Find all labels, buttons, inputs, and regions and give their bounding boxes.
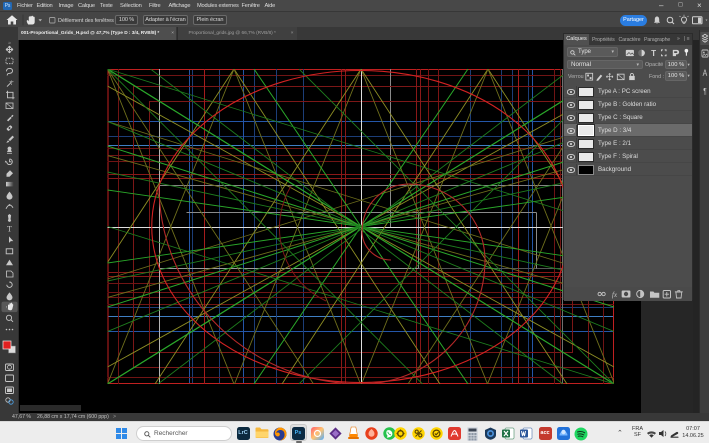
svg-text:»: » <box>8 41 11 47</box>
svg-text:T: T <box>651 48 656 57</box>
svg-text:fx: fx <box>612 290 618 299</box>
svg-text:¶: ¶ <box>703 86 707 96</box>
svg-text:A: A <box>703 68 708 78</box>
svg-text:T: T <box>7 225 12 234</box>
